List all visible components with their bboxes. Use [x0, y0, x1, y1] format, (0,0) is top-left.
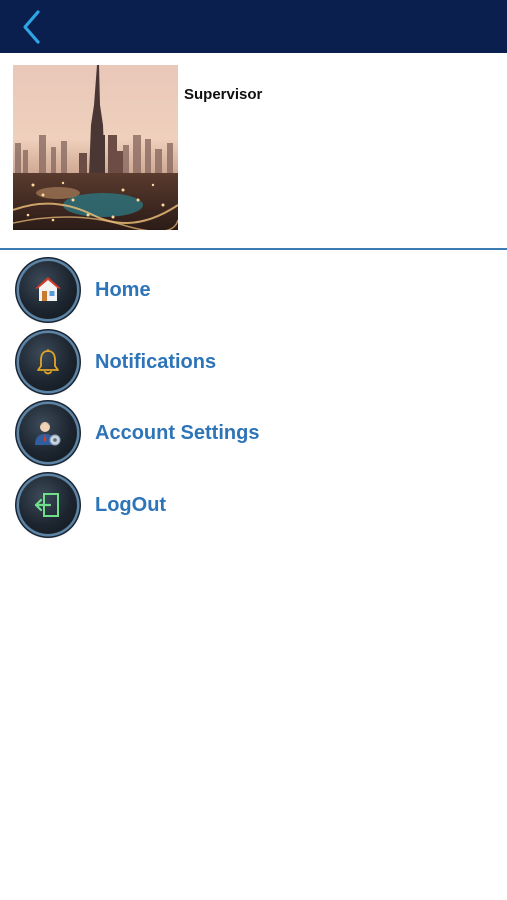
side-menu: Home Notifications Account Settings LogO… — [0, 255, 507, 541]
chevron-left-icon — [23, 10, 40, 44]
menu-item-notifications[interactable]: Notifications — [0, 327, 507, 399]
back-button[interactable] — [16, 8, 50, 46]
menu-item-home[interactable]: Home — [0, 255, 507, 327]
bell-icon — [19, 332, 77, 391]
menu-label-notifications: Notifications — [95, 350, 217, 373]
menu-label-account-settings: Account Settings — [95, 422, 260, 444]
section-divider — [0, 248, 507, 250]
house-icon — [19, 261, 77, 319]
menu-label-logout: LogOut — [95, 493, 167, 516]
menu-item-logout[interactable]: LogOut — [0, 470, 507, 542]
menu-label-home: Home — [95, 279, 151, 301]
user-role-label: Supervisor — [184, 86, 263, 103]
top-app-bar — [0, 0, 507, 53]
logout-door-icon — [19, 475, 77, 534]
profile-header: Supervisor — [0, 53, 507, 248]
user-gear-icon — [19, 404, 77, 462]
menu-item-account-settings[interactable]: Account Settings — [0, 398, 507, 470]
profile-photo — [13, 65, 178, 230]
